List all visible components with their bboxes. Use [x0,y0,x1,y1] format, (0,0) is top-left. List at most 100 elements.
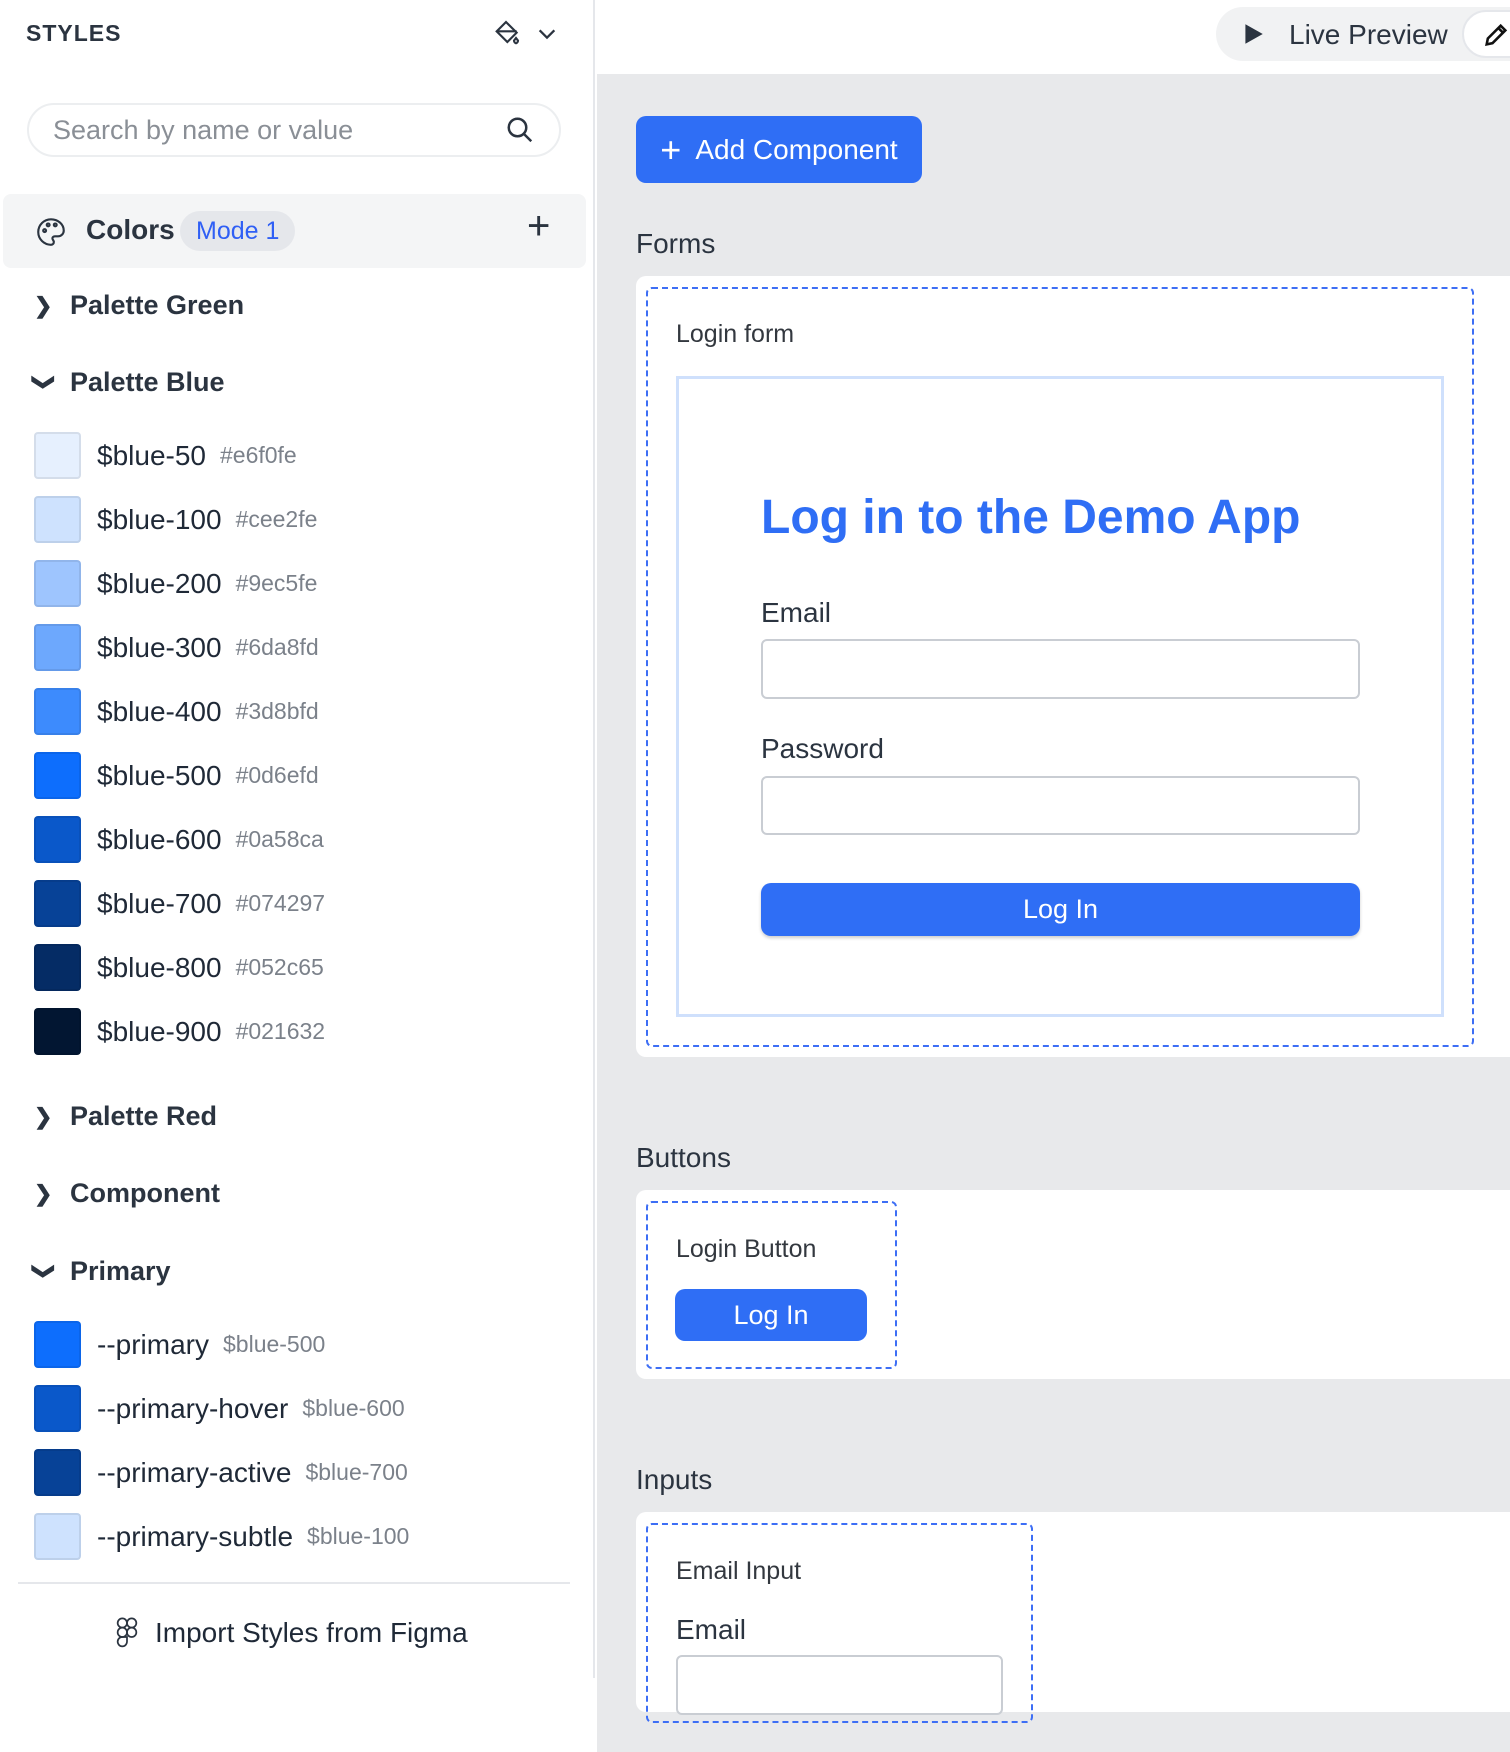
token-value: $blue-700 [305,1459,408,1485]
play-icon [1245,24,1263,44]
search-icon[interactable] [505,115,535,145]
theme-menu[interactable] [490,18,558,50]
import-figma-button[interactable]: Import Styles from Figma [115,1617,468,1649]
token-name: --primary [97,1328,209,1360]
group-label: Component [70,1178,220,1208]
token-name: $blue-800 [97,951,222,983]
color-token-row[interactable]: $blue-600 #0a58ca [34,816,324,863]
colors-label: Colors [86,214,175,245]
token-value: #074297 [235,890,326,916]
add-component-button[interactable]: + Add Component [636,116,922,183]
token-value: #3d8bfd [235,698,319,724]
group-component[interactable]: ❯ Component [34,1178,220,1209]
token-value: $blue-100 [307,1523,410,1549]
token-name: $blue-600 [97,823,222,855]
color-swatch [34,624,81,671]
live-preview-label: Live Preview [1289,19,1448,50]
login-heading: Log in to the Demo App [761,491,1301,544]
add-color-icon[interactable]: + [527,204,550,249]
color-token-row[interactable]: $blue-800 #052c65 [34,944,324,991]
token-name: $blue-300 [97,631,222,663]
token-name: --primary-subtle [97,1520,294,1552]
group-primary[interactable]: ❯ Primary [32,1256,171,1287]
login-button[interactable]: Log In [761,883,1360,936]
color-token-row[interactable]: $blue-300 #6da8fd [34,624,319,671]
color-swatch [34,1449,81,1496]
email-input-sample[interactable] [676,1655,1003,1715]
login-button-sample[interactable]: Log In [675,1289,867,1341]
password-label: Password [761,733,884,764]
section-forms: Forms [636,228,716,259]
color-token-row[interactable]: --primary $blue-500 [34,1321,325,1368]
chevron-down-icon [538,29,556,40]
token-name: $blue-100 [97,503,222,535]
import-label: Import Styles from Figma [155,1617,468,1648]
email-label: Email [761,597,832,628]
component-label: Login Button [676,1235,817,1263]
color-token-row[interactable]: $blue-900 #021632 [34,1008,325,1055]
token-value: #0d6efd [235,762,319,788]
component-label: Email Input [676,1557,802,1585]
section-inputs: Inputs [636,1464,713,1495]
color-token-row[interactable]: $blue-400 #3d8bfd [34,688,319,735]
email-label: Email [676,1614,747,1645]
plus-icon: + [660,128,682,170]
color-swatch [34,688,81,735]
color-token-row[interactable]: --primary-subtle $blue-100 [34,1513,409,1560]
token-value: #052c65 [235,954,324,980]
email-input[interactable] [761,639,1360,699]
login-button-component[interactable] [646,1201,897,1369]
sidebar-title: STYLES [26,20,122,46]
color-swatch [34,1513,81,1560]
component-label: Login form [676,320,795,348]
divider [18,1582,570,1584]
group-label: Primary [70,1256,171,1286]
token-value: #9ec5fe [235,570,318,596]
color-swatch [34,880,81,927]
color-token-row[interactable]: $blue-50 #e6f0fe [34,432,297,479]
group-label: Palette Blue [70,367,225,397]
color-swatch [34,1008,81,1055]
color-token-row[interactable]: --primary-hover $blue-600 [34,1385,405,1432]
token-value: #6da8fd [235,634,319,660]
token-name: $blue-900 [97,1015,222,1047]
color-token-row[interactable]: $blue-200 #9ec5fe [34,560,317,607]
token-value: $blue-600 [302,1395,405,1421]
token-name: --primary-hover [97,1392,289,1424]
color-token-row[interactable]: --primary-active $blue-700 [34,1449,408,1496]
palette-icon [37,218,65,246]
section-buttons: Buttons [636,1142,731,1173]
group-palette-red[interactable]: ❯ Palette Red [34,1101,217,1132]
token-name: $blue-700 [97,887,222,919]
color-swatch [34,432,81,479]
password-input[interactable] [761,776,1360,835]
color-swatch [34,752,81,799]
color-token-row[interactable]: $blue-700 #074297 [34,880,325,927]
color-swatch [34,496,81,543]
color-swatch [34,816,81,863]
chevron-right-icon: ❯ [34,1180,53,1206]
group-palette-blue[interactable]: ❯ Palette Blue [32,367,225,398]
token-name: $blue-50 [97,439,206,471]
color-token-row[interactable]: $blue-100 #cee2fe [34,496,317,543]
chevron-right-icon: ❯ [34,1103,53,1129]
color-swatch [34,944,81,991]
colors-header[interactable]: Colors Mode 1 + [3,194,586,268]
token-name: $blue-400 [97,695,222,727]
group-label: Palette Green [70,290,245,320]
token-name: $blue-500 [97,759,222,791]
group-palette-green[interactable]: ❯ Palette Green [34,290,244,321]
top-bar: Live Preview [597,0,1510,74]
color-swatch [34,560,81,607]
styles-sidebar: STYLES Search by name or value Colors Mo… [0,0,595,1678]
token-name: --primary-active [97,1456,292,1488]
figma-icon [116,1617,138,1648]
search-input[interactable]: Search by name or value [27,103,561,157]
add-component-label: Add Component [695,133,898,165]
edit-button[interactable] [1462,10,1510,58]
color-token-row[interactable]: $blue-500 #0d6efd [34,752,319,799]
chevron-down-icon: ❯ [32,1261,57,1280]
live-preview-button[interactable]: Live Preview [1216,7,1510,61]
color-swatch [34,1385,81,1432]
mode-badge[interactable]: Mode 1 [180,211,296,251]
